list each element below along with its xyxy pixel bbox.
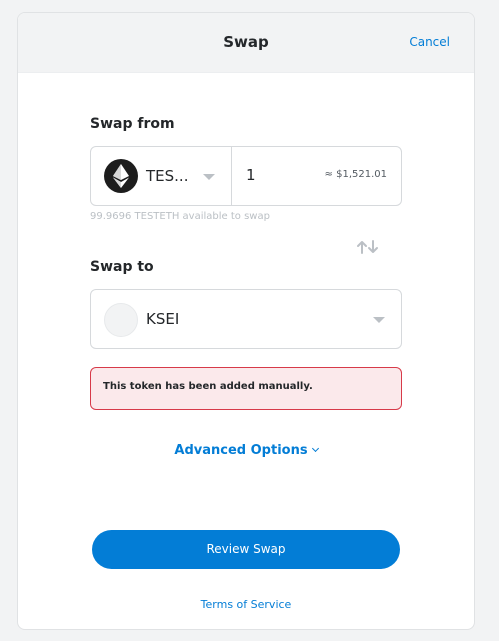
cancel-link[interactable]: Cancel: [409, 35, 450, 49]
swap-amount-input[interactable]: [246, 166, 316, 184]
chevron-down-icon: [373, 317, 385, 323]
swap-direction-icon[interactable]: [356, 239, 380, 258]
terms-of-service-link[interactable]: Terms of Service: [18, 598, 474, 611]
swap-from-label: Swap from: [90, 116, 175, 132]
from-token-symbol: TES...: [146, 167, 189, 185]
manual-token-warning: This token has been added manually.: [90, 367, 402, 410]
swap-to-label: Swap to: [90, 259, 154, 275]
from-token-dropdown[interactable]: TES...: [91, 147, 232, 205]
advanced-options-label: Advanced Options: [174, 443, 308, 458]
page-title: Swap: [223, 33, 269, 51]
fiat-value: ≈ $1,521.01: [324, 169, 387, 180]
swap-from-box: TES... ≈ $1,521.01: [90, 146, 402, 206]
swap-card: Swap Cancel Swap from TES... ≈ $1,521.01…: [17, 12, 475, 630]
review-swap-button[interactable]: Review Swap: [92, 530, 400, 569]
ethereum-icon: [104, 159, 138, 193]
to-token-symbol: KSEI: [146, 310, 180, 328]
advanced-options-toggle[interactable]: Advanced Options: [18, 443, 474, 458]
warning-text: This token has been added manually.: [103, 381, 313, 392]
chevron-down-icon: [203, 174, 215, 180]
empty-token-icon: [104, 303, 138, 337]
to-token-dropdown[interactable]: KSEI: [90, 289, 402, 349]
chevron-down-icon: [311, 444, 319, 453]
available-balance: 99.9696 TESTETH available to swap: [90, 211, 270, 222]
swap-header: Swap Cancel: [18, 13, 474, 73]
